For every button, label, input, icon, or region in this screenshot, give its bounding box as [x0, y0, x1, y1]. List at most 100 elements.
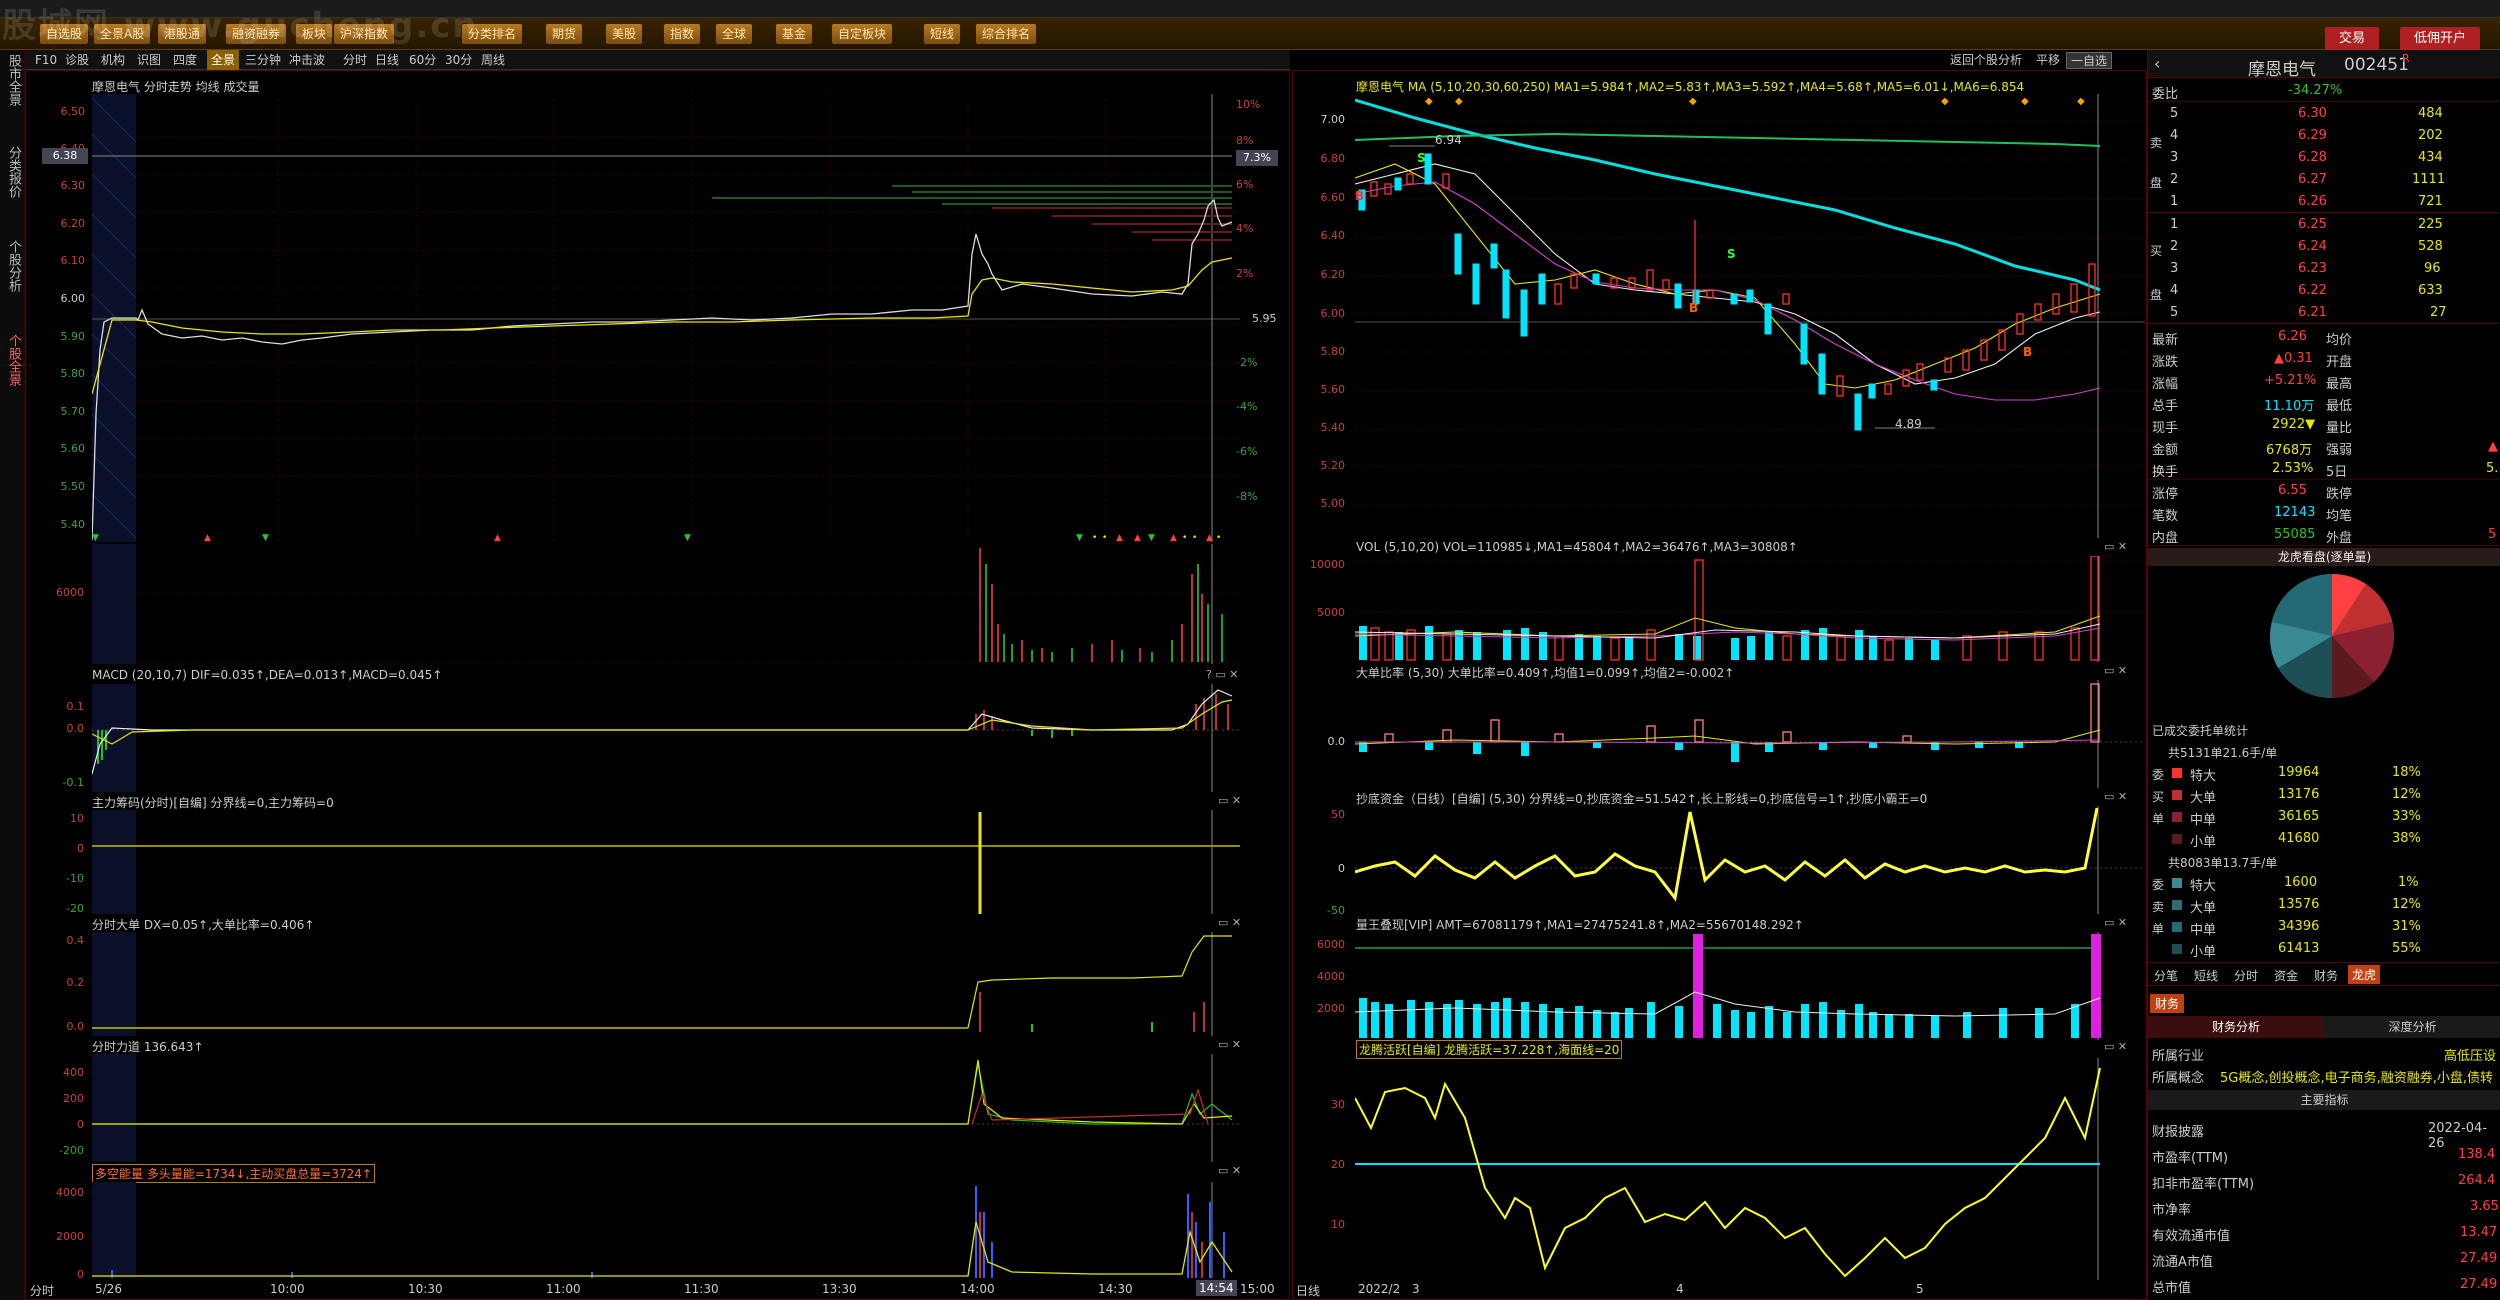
tool-intraday[interactable]: 分时 [343, 50, 367, 70]
left-tab-strip: 股市全景 分类报价 个股分析 个股全景 [0, 50, 25, 1300]
svg-text:▼: ▼ [92, 533, 99, 542]
panel-controls[interactable]: ▭ ✕ [2104, 1040, 2127, 1053]
current-price-tag: 6.38 [42, 148, 88, 164]
pan-toggle[interactable]: 平移 [2036, 50, 2060, 70]
dragon-tiger-title: 龙虎看盘(逐单量) [2148, 548, 2500, 566]
svg-text:▲: ▲ [1206, 533, 1213, 542]
kline-ma-title: 摩恩电气 MA (5,10,20,30,60,250) MA1=5.984↑,M… [1356, 80, 2025, 94]
svg-text:▲: ▲ [1134, 533, 1141, 542]
svg-text:•: • [1092, 533, 1097, 542]
menu-item[interactable]: 全球 [716, 24, 753, 44]
force-chart [92, 1054, 1240, 1162]
back-to-analysis-link[interactable]: 返回个股分析 [1950, 50, 2022, 70]
menu-item[interactable]: 基金 [776, 24, 813, 44]
svg-text:•: • [1216, 533, 1221, 542]
panel-controls[interactable]: ▭ ✕ [1218, 1038, 1241, 1051]
panel-controls[interactable]: ▭ ✕ [2104, 664, 2127, 677]
panel-controls[interactable]: ▭ ✕ [1218, 916, 1241, 929]
kline-high-label: 6.94 [1435, 133, 1462, 147]
tab-dragon[interactable]: 龙虎 [2348, 965, 2381, 984]
menu-item[interactable]: 自定板块 [832, 24, 893, 44]
tool-30min[interactable]: 30分 [445, 50, 472, 70]
tab-ticks[interactable]: 分笔 [2154, 967, 2178, 984]
panel-controls[interactable]: ▭ ✕ [2104, 916, 2127, 929]
open-account-button[interactable]: 低佣开户 [2400, 27, 2481, 51]
stock-name: 摩恩电气 [2248, 60, 2316, 80]
quote-tabs: 分笔 短线 分时 资金 财务 龙虎 [2148, 962, 2500, 986]
bottom-fund-title: 抄底资金（日线）[自编] (5,30) 分界线=0,抄底资金=51.542↑,长… [1356, 792, 1928, 806]
menu-item[interactable]: 指数 [664, 24, 701, 44]
menu-item[interactable]: 综合排名 [976, 24, 1037, 44]
menu-item[interactable]: 短线 [924, 24, 961, 44]
tool-institution[interactable]: 机构 [101, 50, 125, 70]
tab-short[interactable]: 短线 [2194, 967, 2218, 984]
svg-text:S: S [1417, 151, 1426, 165]
intraday-volume-chart [92, 544, 1240, 664]
svg-text:▼: ▼ [1076, 533, 1083, 542]
kline-vol-title: VOL (5,10,20) VOL=110985↓,MA1=45804↑,MA2… [1356, 540, 1798, 554]
tool-impact[interactable]: 冲击波 [289, 50, 325, 70]
svg-text:▲: ▲ [1170, 533, 1177, 542]
panel-controls[interactable]: ? ▭ ✕ [1206, 668, 1238, 681]
tab-finance[interactable]: 财务 [2314, 967, 2338, 984]
tab-market-overview[interactable]: 股市全景 [3, 54, 21, 106]
tab-stock-analysis[interactable]: 个股分析 [3, 240, 21, 292]
tool-3min[interactable]: 三分钟 [245, 50, 281, 70]
macd-chart [92, 684, 1240, 792]
tool-f10[interactable]: F10 [35, 50, 57, 70]
quote-panel: ‹ 摩恩电气 002451 R 委比 -34.27% 卖 盘 5 6.30 484 … [2147, 50, 2500, 1300]
industry-row: 所属行业 高低压设 [2152, 1049, 2497, 1064]
panel-controls[interactable]: ▭ ✕ [1218, 1164, 1241, 1177]
tab-finance-analysis[interactable]: 财务分析 [2148, 1016, 2324, 1038]
svg-text:◆: ◆ [2021, 96, 2029, 107]
svg-text:▲: ▲ [1116, 533, 1123, 542]
svg-text:S: S [1727, 247, 1736, 261]
big-order-chart [92, 932, 1232, 1036]
back-arrow-icon[interactable]: ‹ [2154, 54, 2160, 73]
filled-order-stats-title: 已成交委托单统计 [2152, 724, 2249, 738]
dragon-active-title: 龙腾活跃[自编] 龙腾活跃=37.228↑,海面线=20 [1356, 1040, 1623, 1059]
tool-daily[interactable]: 日线 [375, 50, 399, 70]
menu-item[interactable]: 美股 [606, 24, 643, 44]
svg-text:◆: ◆ [1941, 96, 1949, 107]
big-ratio-title: 大单比率 (5,30) 大单比率=0.409↑,均值1=0.099↑,均值2=-… [1356, 666, 1735, 680]
svg-text:◆: ◆ [1689, 96, 1697, 107]
panel-controls[interactable]: ▭ ✕ [2104, 540, 2127, 553]
main-indicators-header: 主要指标 [2148, 1090, 2500, 1110]
order-pie-chart [2270, 573, 2394, 699]
intraday-title: 摩恩电气 分时走势 均线 成交量 [92, 80, 260, 94]
finance-button[interactable]: 财务 [2150, 994, 2185, 1013]
force-title: 分时力道 136.643↑ [92, 1040, 204, 1054]
tool-panorama[interactable]: 全景 [207, 50, 240, 70]
svg-text:•: • [1182, 533, 1187, 542]
svg-text:◆: ◆ [1455, 96, 1463, 107]
svg-text:▲: ▲ [494, 533, 501, 542]
volume-king-title: 量王叠现[VIP] AMT=67081179↑,MA1=27475241.8↑,… [1356, 918, 1804, 932]
tab-capital[interactable]: 资金 [2274, 967, 2298, 984]
tab-stock-overview[interactable]: 个股全景 [3, 334, 21, 386]
svg-text:•: • [1102, 533, 1107, 542]
kline-volume-chart [1355, 556, 2145, 662]
intraday-toolbar: F10 诊股 机构 识图 四度 全景 三分钟 冲击波 分时 日线 60分 30分… [25, 50, 1290, 70]
tool-pattern[interactable]: 识图 [137, 50, 161, 70]
panel-controls[interactable]: ▭ ✕ [2104, 790, 2127, 803]
tool-diagnose[interactable]: 诊股 [65, 50, 89, 70]
svg-text:▼: ▼ [684, 533, 691, 542]
kline-chart: 6.94 4.89 B B B S S ◆ ◆ ◆ ◆ ◆ ◆ [1355, 94, 2145, 538]
volume-king-chart [1355, 932, 2101, 1040]
kline-low-label: 4.89 [1895, 417, 1922, 431]
watchlist-select[interactable]: 一自选 [2066, 52, 2113, 69]
quote-header: ‹ 摩恩电气 002451 R [2148, 50, 2500, 80]
tool-four[interactable]: 四度 [173, 50, 197, 70]
svg-text:B: B [1689, 301, 1698, 315]
order-ratio-row: 委比 -34.27% [2148, 80, 2500, 102]
panel-controls[interactable]: ▭ ✕ [1218, 794, 1241, 807]
tool-weekly[interactable]: 周线 [481, 50, 505, 70]
main-chip-chart [92, 810, 1240, 914]
tab-deep-analysis[interactable]: 深度分析 [2324, 1016, 2500, 1038]
tab-minute[interactable]: 分时 [2234, 967, 2258, 984]
tool-60min[interactable]: 60分 [409, 50, 436, 70]
tab-category-quotes[interactable]: 分类报价 [3, 146, 21, 198]
trade-button[interactable]: 交易 [2325, 27, 2380, 51]
menu-item[interactable]: 期货 [546, 24, 583, 44]
